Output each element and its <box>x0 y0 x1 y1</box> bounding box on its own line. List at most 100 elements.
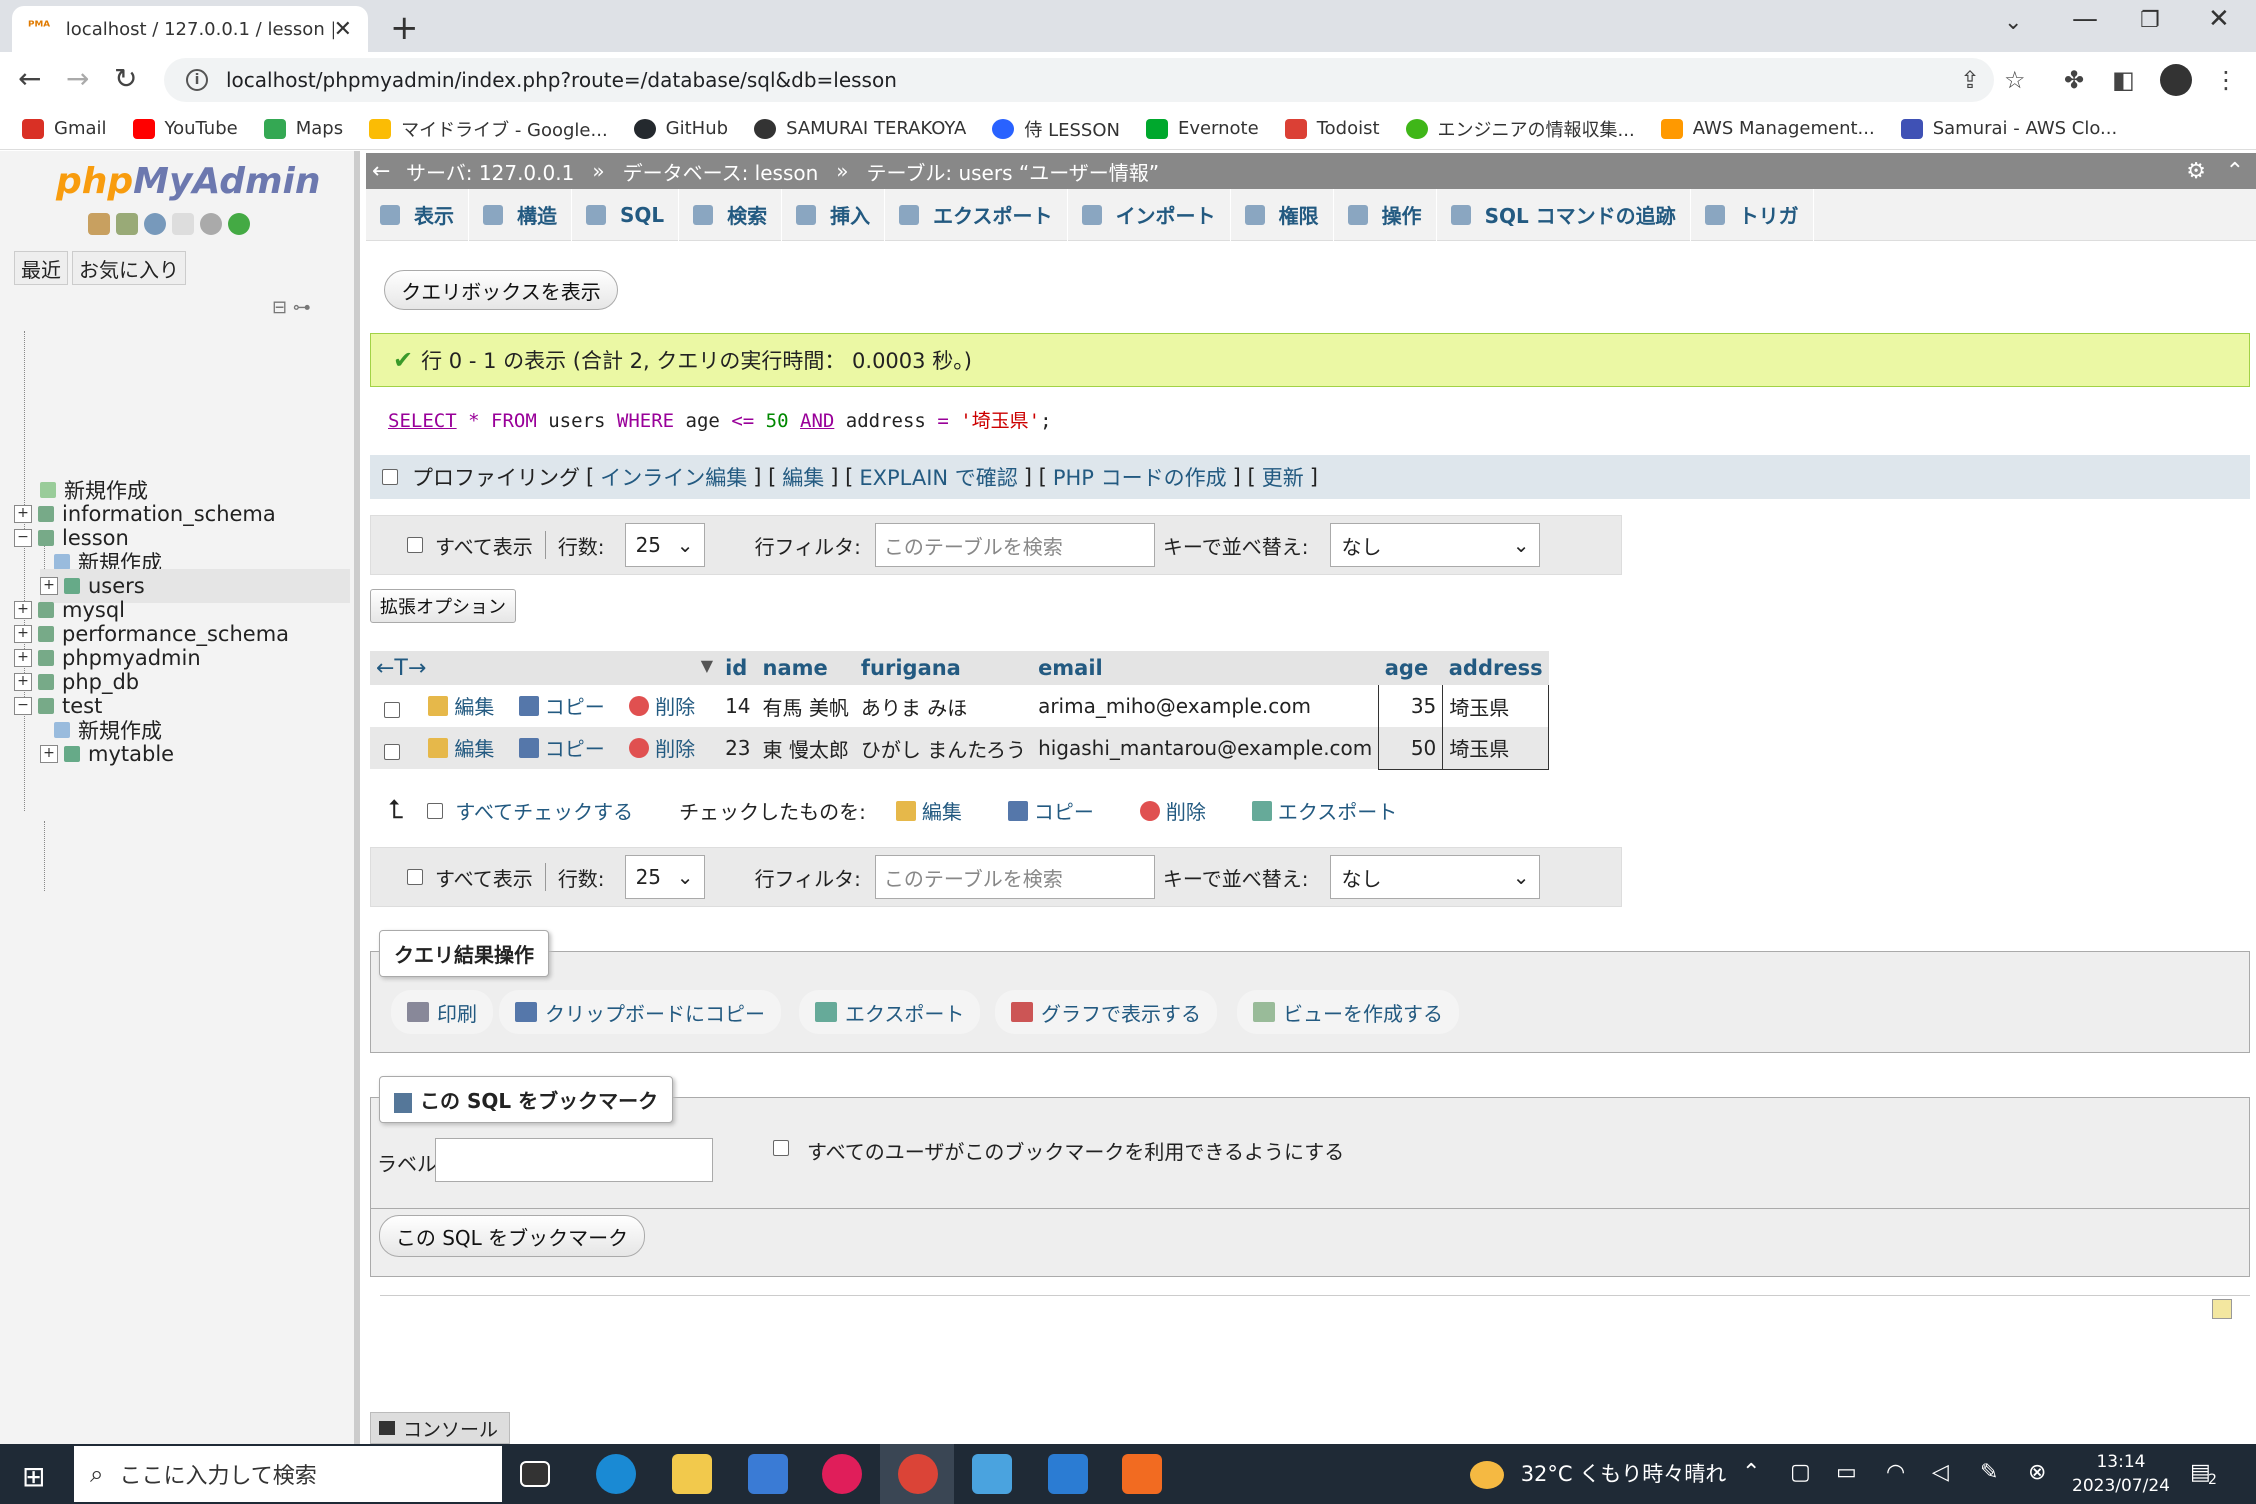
minimize-icon[interactable]: — <box>2072 4 2098 34</box>
chrome-icon[interactable] <box>898 1454 938 1494</box>
xampp-icon[interactable] <box>1122 1454 1162 1494</box>
edge-icon[interactable] <box>596 1454 636 1494</box>
tab-close-icon[interactable]: ✕ <box>334 17 352 42</box>
tab-export[interactable]: エクスポート <box>885 188 1068 241</box>
logout-icon[interactable] <box>116 213 138 235</box>
tab-tracking[interactable]: SQL コマンドの追跡 <box>1437 188 1691 241</box>
refresh-link[interactable]: 更新 <box>1262 462 1304 492</box>
check-all-checkbox[interactable] <box>427 802 444 819</box>
edit-query-link[interactable]: 編集 <box>782 462 824 492</box>
rows-select[interactable]: 25 ⌄ <box>624 523 705 567</box>
bookmark-samurai-terakoya[interactable]: SAMURAI TERAKOYA <box>754 118 966 139</box>
collapse-all-icon[interactable]: ⊟ ⊶ <box>272 297 311 318</box>
store-icon[interactable] <box>748 1454 788 1494</box>
display-chart-button[interactable]: グラフで表示する <box>995 990 1217 1034</box>
bookmark-submit-button[interactable]: この SQL をブックマーク <box>379 1215 645 1257</box>
restore-icon[interactable]: ❐ <box>2140 8 2160 33</box>
taskbar-search[interactable]: ⌕ ここに入力して検索 <box>74 1446 502 1502</box>
rows-select[interactable]: 25 ⌄ <box>624 855 705 899</box>
chrome-menu-icon[interactable]: ⋮ <box>2214 66 2238 94</box>
bookmark-samurai-aws[interactable]: Samurai - AWS Clo... <box>1900 118 2117 139</box>
tab-import[interactable]: インポート <box>1068 188 1231 241</box>
cell-age[interactable]: 50 <box>1378 727 1444 770</box>
cell-age[interactable]: 35 <box>1378 685 1444 727</box>
sql-keyword[interactable]: AND <box>800 410 834 432</box>
back-arrow-icon[interactable]: ← <box>372 159 390 184</box>
phpmyadmin-logo[interactable]: phpMyAdmin <box>56 161 320 202</box>
tab-structure[interactable]: 構造 <box>469 188 572 241</box>
bookmark-evernote[interactable]: Evernote <box>1145 118 1259 139</box>
cell-email[interactable]: higashi_mantarou@example.com <box>1032 727 1379 769</box>
collapse-icon[interactable]: − <box>14 697 32 715</box>
php-code-link[interactable]: PHP コードの作成 <box>1053 462 1227 492</box>
taskbar-clock[interactable]: 13:14 2023/07/24 <box>2072 1450 2170 1498</box>
meet-now-icon[interactable]: ▢ <box>1790 1460 1811 1485</box>
new-tab-icon[interactable]: + <box>390 8 419 48</box>
mail-icon[interactable] <box>972 1454 1012 1494</box>
bookmark-gmail[interactable]: Gmail <box>22 118 107 139</box>
check-all-label[interactable]: すべてチェックする <box>455 796 633 825</box>
column-header-id[interactable]: id <box>719 651 757 685</box>
bulk-delete-button[interactable]: 削除 <box>1139 796 1206 825</box>
row-copy-link[interactable]: コピー <box>518 691 605 720</box>
column-header-furigana[interactable]: furigana <box>854 651 1033 685</box>
row-copy-link[interactable]: コピー <box>518 733 605 762</box>
create-view-button[interactable]: ビューを作成する <box>1237 990 1459 1034</box>
docs-icon[interactable] <box>172 213 194 235</box>
home-icon[interactable] <box>88 213 110 235</box>
cell-furigana[interactable]: ありま みほ <box>854 685 1033 727</box>
tab-insert[interactable]: 挿入 <box>782 188 886 241</box>
scroll-note-icon[interactable] <box>2212 1299 2232 1319</box>
bulk-copy-button[interactable]: コピー <box>1007 796 1094 825</box>
bookmark-engineer-news[interactable]: エンジニアの情報収集... <box>1405 116 1635 142</box>
bulk-edit-button[interactable]: 編集 <box>895 796 962 825</box>
column-header-email[interactable]: email <box>1032 651 1379 685</box>
breadcrumb-server[interactable]: サーバ: 127.0.0.1 <box>406 157 574 186</box>
share-icon[interactable]: ⇪ <box>1960 66 1980 94</box>
expand-icon[interactable]: + <box>40 745 58 763</box>
row-delete-link[interactable]: 削除 <box>629 691 695 720</box>
site-info-icon[interactable]: i <box>186 69 208 91</box>
column-header-address[interactable]: address <box>1442 651 1549 685</box>
collapse-icon[interactable]: − <box>14 529 32 547</box>
explain-link[interactable]: EXPLAIN で確認 <box>859 462 1017 492</box>
row-filter-input[interactable]: このテーブルを検索 <box>874 855 1155 899</box>
tab-recent[interactable]: 最近 <box>14 251 68 285</box>
reload-icon[interactable]: ↻ <box>114 62 137 95</box>
file-explorer-icon[interactable] <box>672 1454 712 1494</box>
copy-to-clipboard-button[interactable]: クリップボードにコピー <box>499 990 781 1034</box>
back-icon[interactable]: ← <box>18 62 41 95</box>
bookmark-samurai-lesson[interactable]: 侍 LESSON <box>992 116 1120 142</box>
reload-nav-icon[interactable] <box>228 213 250 235</box>
bookmark-label-input[interactable] <box>435 1138 713 1182</box>
window-close-icon[interactable]: ✕ <box>2208 4 2230 34</box>
cell-address[interactable]: 埼玉県 <box>1442 727 1550 770</box>
tab-triggers[interactable]: トリガ <box>1691 188 1814 241</box>
tab-privileges[interactable]: 権限 <box>1231 188 1334 241</box>
url-bar[interactable]: i localhost/phpmyadmin/index.php?route=/… <box>164 58 1994 102</box>
cell-name[interactable]: 有馬 美帆 <box>756 685 855 727</box>
cell-furigana[interactable]: ひがし まんたろう <box>854 727 1033 769</box>
slack-icon[interactable] <box>822 1454 862 1494</box>
bookmark-maps[interactable]: Maps <box>263 118 343 139</box>
tab-browse[interactable]: 表示 <box>366 188 469 241</box>
bookmark-aws-console[interactable]: AWS Management... <box>1660 118 1875 139</box>
windows-start-icon[interactable]: ⊞ <box>22 1460 45 1493</box>
profiling-checkbox[interactable] <box>382 469 398 485</box>
row-edit-link[interactable]: 編集 <box>428 691 494 720</box>
extensions-icon[interactable]: ✤ <box>2064 66 2084 94</box>
vscode-icon[interactable] <box>1048 1454 1088 1494</box>
sort-select[interactable]: なし ⌄ <box>1330 855 1541 899</box>
row-delete-link[interactable]: 削除 <box>629 733 695 762</box>
inline-edit-link[interactable]: インライン編集 <box>600 462 747 492</box>
share-bookmark-checkbox[interactable] <box>773 1140 789 1156</box>
weather-widget[interactable]: 32°C くもり時々晴れ <box>1470 1458 1726 1489</box>
settings-gear-icon[interactable]: ⚙ <box>2186 159 2206 184</box>
extended-options-button[interactable]: 拡張オプション <box>370 589 516 623</box>
help-icon[interactable] <box>144 213 166 235</box>
column-move-arrows-icon[interactable]: ←T→ <box>376 656 426 681</box>
cell-id[interactable]: 14 <box>719 685 757 727</box>
column-header-name[interactable]: name <box>756 651 855 685</box>
column-header-age[interactable]: age <box>1378 651 1443 685</box>
breadcrumb-table[interactable]: テーブル: users “ユーザー情報” <box>867 157 1160 186</box>
